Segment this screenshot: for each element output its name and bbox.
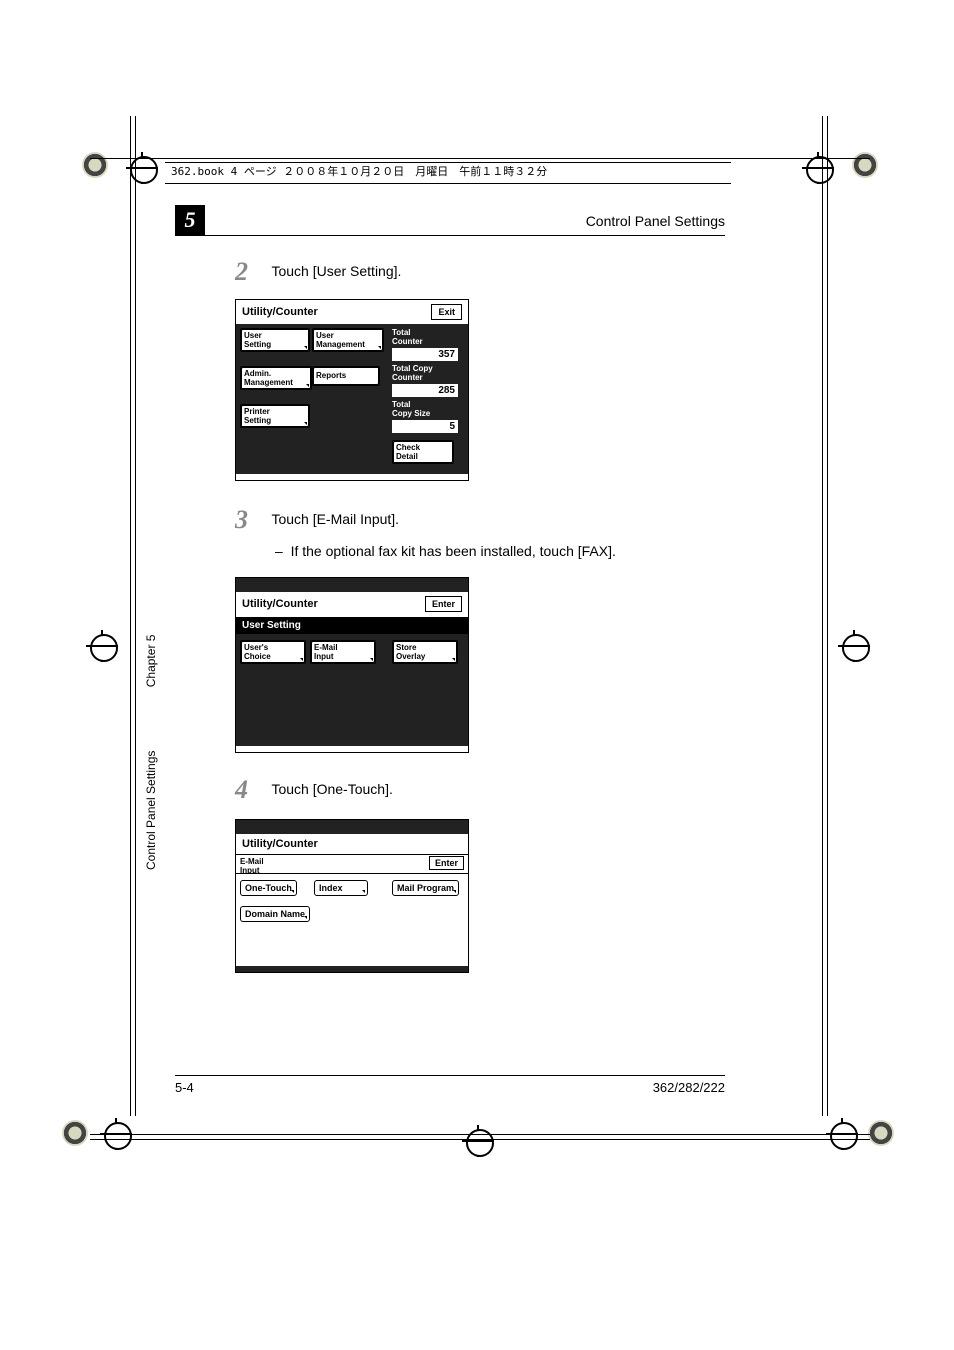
total-counter-value: 357 <box>392 348 458 361</box>
reports-key[interactable]: Reports <box>312 366 380 386</box>
crop-line <box>827 116 828 1116</box>
crop-line <box>90 158 870 159</box>
screen-user-setting: Utility/Counter Enter User Setting User'… <box>235 577 469 753</box>
mail-program-key[interactable]: Mail Program <box>392 880 459 896</box>
user-management-key[interactable]: UserManagement <box>312 328 384 352</box>
screen-title: Utility/Counter <box>242 838 318 850</box>
step-text: Touch [E-Mail Input]. <box>271 511 399 527</box>
exit-button[interactable]: Exit <box>431 304 462 320</box>
step-number: 3 <box>235 505 261 535</box>
chapter-badge: 5 <box>175 205 205 235</box>
header-rule <box>175 235 725 236</box>
step-text: Touch [User Setting]. <box>271 263 401 279</box>
total-copy-size-label: TotalCopy Size <box>392 400 430 418</box>
crosshair-icon <box>802 152 834 184</box>
step-number: 4 <box>235 775 261 805</box>
crop-line <box>130 116 131 1116</box>
crop-line <box>822 116 823 1116</box>
crosshair-icon <box>462 1125 494 1157</box>
screen-utility-counter-main: Utility/Counter Exit UserSetting UserMan… <box>235 299 469 481</box>
one-touch-key[interactable]: One-Touch <box>240 880 297 896</box>
total-copy-size-value: 5 <box>392 420 458 433</box>
source-file-header: 362.book 4 ページ ２００８年１０月２０日 月曜日 午前１１時３２分 <box>165 162 731 184</box>
check-detail-key[interactable]: CheckDetail <box>392 440 454 464</box>
total-copy-counter-value: 285 <box>392 384 458 397</box>
store-overlay-key[interactable]: StoreOverlay <box>392 640 458 664</box>
page-number: 5-4 <box>175 1080 194 1095</box>
admin-management-key[interactable]: Admin.Management <box>240 366 312 390</box>
step-subtext: – If the optional fax kit has been insta… <box>275 543 725 559</box>
email-input-key[interactable]: E-MailInput <box>310 640 376 664</box>
total-counter-label: TotalCounter <box>392 328 423 346</box>
domain-name-key[interactable]: Domain Name <box>240 906 310 922</box>
crop-line <box>135 116 136 1116</box>
model-number: 362/282/222 <box>653 1080 725 1095</box>
crosshair-icon <box>86 630 118 662</box>
print-mark <box>868 1120 894 1146</box>
crop-line <box>90 1139 870 1140</box>
enter-button[interactable]: Enter <box>429 856 464 870</box>
printer-setting-key[interactable]: PrinterSetting <box>240 404 310 428</box>
screen-email-input: Utility/Counter E-MailInput Enter One-To… <box>235 819 469 973</box>
crop-line <box>90 1134 870 1135</box>
step-text: Touch [One-Touch]. <box>271 781 392 797</box>
user-setting-key[interactable]: UserSetting <box>240 328 310 352</box>
crosshair-icon <box>838 630 870 662</box>
screen-title: Utility/Counter <box>242 306 318 318</box>
screen-subheader: User Setting <box>236 616 468 634</box>
print-mark <box>82 152 108 178</box>
step-number: 2 <box>235 257 261 287</box>
total-copy-counter-label: Total CopyCounter <box>392 364 433 382</box>
enter-button[interactable]: Enter <box>425 596 462 612</box>
side-label: Control Panel Settings Chapter 5 <box>144 635 158 870</box>
index-key[interactable]: Index <box>314 880 368 896</box>
page-header-title: Control Panel Settings <box>586 213 725 229</box>
print-mark <box>62 1120 88 1146</box>
screen-title: Utility/Counter <box>242 598 318 610</box>
users-choice-key[interactable]: User'sChoice <box>240 640 306 664</box>
print-mark <box>852 152 878 178</box>
